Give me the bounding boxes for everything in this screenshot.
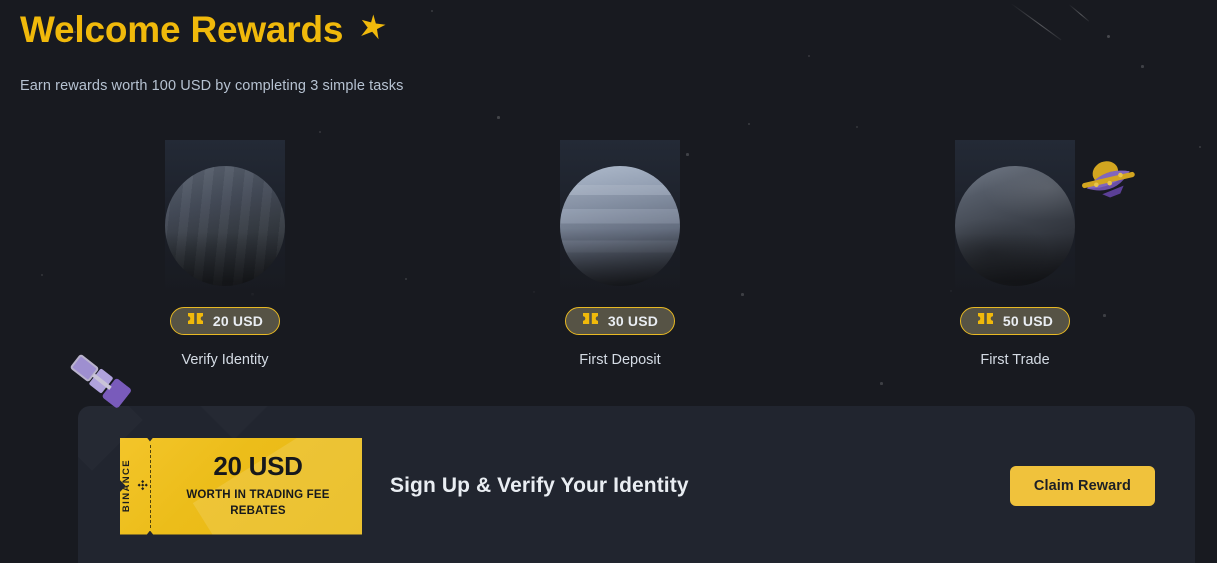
page-title: Welcome Rewards (20, 9, 403, 51)
reward-badge: 20 USD (169, 307, 281, 335)
binance-logo-icon (137, 480, 149, 492)
reward-item-first-deposit[interactable]: 30 USD First Deposit (500, 140, 740, 380)
shooting-star (1068, 4, 1090, 22)
reward-badge: 50 USD (959, 307, 1071, 335)
star-dot (1141, 65, 1144, 68)
task-title: Sign Up & Verify Your Identity (390, 474, 689, 497)
planet-light-banded-icon (560, 166, 680, 286)
ufo-icon (1073, 150, 1143, 213)
voucher-body: 20 USD WORTH IN TRADING FEE REBATES (150, 438, 362, 535)
reward-amount: 20 USD (212, 313, 264, 329)
star-dot (431, 10, 434, 13)
star-dot (1107, 35, 1110, 38)
reward-label: First Trade (980, 352, 1050, 368)
planet-dark-striped-icon (165, 166, 285, 286)
star-dot (319, 131, 322, 134)
ticket-icon (187, 312, 204, 330)
star-dot (880, 382, 883, 385)
page-header: Welcome Rewards Earn rewards worth 100 U… (20, 9, 404, 94)
voucher-ticket: BINANCE 20 USD WORTH IN TRADING FEE REBA… (120, 437, 362, 535)
star-dot (748, 123, 751, 126)
page-subtitle: Earn rewards worth 100 USD by completing… (20, 77, 404, 94)
reward-label: Verify Identity (181, 352, 269, 368)
voucher-amount: 20 USD (213, 450, 303, 481)
planet-dark-swirl-icon (955, 166, 1075, 286)
task-card: BINANCE 20 USD WORTH IN TRADING FEE REBA… (78, 406, 1195, 563)
star-dot (497, 116, 500, 119)
rewards-row: 20 USD Verify Identity 30 USD First Depo… (0, 140, 1217, 380)
claim-reward-button[interactable]: Claim Reward (1009, 466, 1155, 506)
reward-amount: 50 USD (1002, 313, 1054, 329)
voucher-brand-text: BINANCE (121, 459, 132, 513)
planet-fade-mask (500, 281, 740, 305)
ticket-icon (582, 312, 599, 330)
voucher-brand: BINANCE (121, 459, 149, 513)
reward-badge: 30 USD (564, 307, 676, 335)
shooting-star (1010, 3, 1062, 41)
planet-fade-mask (895, 281, 1135, 305)
planet-illustration-2 (500, 140, 740, 305)
planet-illustration-1 (105, 140, 345, 305)
star-dot (808, 55, 811, 58)
star-icon (357, 10, 387, 51)
planet-fade-mask (105, 281, 345, 305)
reward-amount: 30 USD (607, 313, 659, 329)
voucher-stub: BINANCE (120, 438, 150, 535)
voucher-perforation (150, 444, 151, 528)
reward-label: First Deposit (579, 352, 661, 368)
satellite-icon (64, 352, 140, 419)
page-title-text: Welcome Rewards (20, 9, 344, 50)
ticket-icon (977, 312, 994, 330)
voucher-description: WORTH IN TRADING FEE REBATES (186, 488, 330, 517)
star-dot (856, 126, 858, 128)
reward-item-verify-identity[interactable]: 20 USD Verify Identity (105, 140, 345, 380)
